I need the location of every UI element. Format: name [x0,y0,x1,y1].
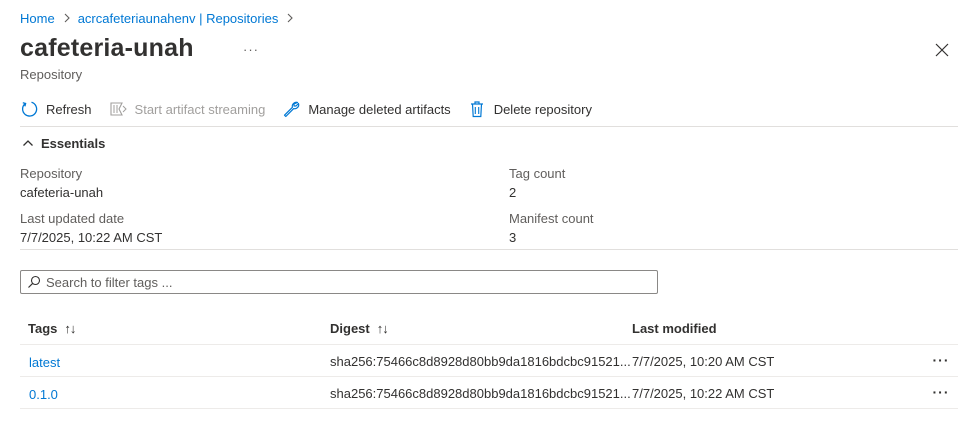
streaming-icon [109,100,127,118]
last-updated-value: 7/7/2025, 10:22 AM CST [20,230,163,245]
table-row-tag-link[interactable]: latest [29,353,60,371]
page-title: cafeteria-unah [20,34,194,62]
search-input[interactable] [46,274,646,290]
table-row-divider [20,408,958,409]
column-header-last-modified-label: Last modified [632,320,717,336]
chevron-up-icon [23,140,33,146]
start-artifact-streaming-label: Start artifact streaming [134,101,266,117]
close-icon [935,43,949,57]
breadcrumb: Home acrcafeteriaunahenv | Repositories [20,9,301,27]
essentials-toggle[interactable]: Essentials [22,134,105,152]
chevron-right-icon [286,13,294,23]
column-header-last-modified: Last modified [632,319,717,337]
toolbar-divider [20,126,958,127]
delete-repository-button[interactable]: Delete repository [468,97,592,121]
breadcrumb-registry-link[interactable]: acrcafeteriaunahenv | Repositories [78,11,279,26]
sort-icon[interactable]: ↑↓ [64,321,76,336]
chevron-right-icon [63,13,71,23]
wrench-icon [282,100,300,118]
manage-deleted-artifacts-label: Manage deleted artifacts [308,101,451,117]
search-box[interactable] [20,270,658,294]
essentials-title: Essentials [41,135,106,151]
refresh-label: Refresh [46,101,92,117]
page-subtitle: Repository [20,67,83,82]
last-updated-label: Last updated date [20,211,125,226]
refresh-icon [20,100,38,118]
manifest-count-value: 3 [509,230,517,245]
delete-repository-label: Delete repository [493,101,592,117]
command-bar: Refresh Start artifact streaming Manage … [20,97,609,121]
table-row-divider [20,376,958,377]
repository-label: Repository [20,166,83,181]
table-row-digest: sha256:75466c8d8928d80bb9da1816bdcbc9152… [330,385,631,401]
column-header-digest-label: Digest [330,320,370,336]
tag-count-label: Tag count [509,166,566,181]
manage-deleted-artifacts-button[interactable]: Manage deleted artifacts [282,97,451,121]
table-row-tag-link[interactable]: 0.1.0 [29,385,58,403]
row-more-button[interactable]: ··· [930,383,952,401]
breadcrumb-home-link[interactable]: Home [20,11,55,26]
column-header-tags-label: Tags [28,320,58,336]
column-header-digest[interactable]: Digest ↑↓ [330,319,389,337]
trash-icon [468,100,486,118]
start-artifact-streaming-button[interactable]: Start artifact streaming [109,97,266,121]
table-row-last-modified: 7/7/2025, 10:22 AM CST [632,385,775,401]
tag-link[interactable]: 0.1.0 [29,387,58,402]
column-header-tags[interactable]: Tags ↑↓ [28,319,76,337]
tag-link[interactable]: latest [29,355,60,370]
more-actions-button[interactable]: ··· [242,40,260,58]
tag-count-value: 2 [509,185,517,200]
manifest-count-label: Manifest count [509,211,594,226]
table-header-divider [20,344,958,345]
essentials-divider [20,249,958,250]
table-row-digest: sha256:75466c8d8928d80bb9da1816bdcbc9152… [330,353,631,369]
search-icon [27,275,41,289]
repository-value: cafeteria-unah [20,185,104,200]
close-button[interactable] [932,40,952,60]
refresh-button[interactable]: Refresh [20,97,92,121]
row-more-button[interactable]: ··· [930,351,952,369]
table-row-last-modified: 7/7/2025, 10:20 AM CST [632,353,775,369]
sort-icon[interactable]: ↑↓ [377,321,389,336]
